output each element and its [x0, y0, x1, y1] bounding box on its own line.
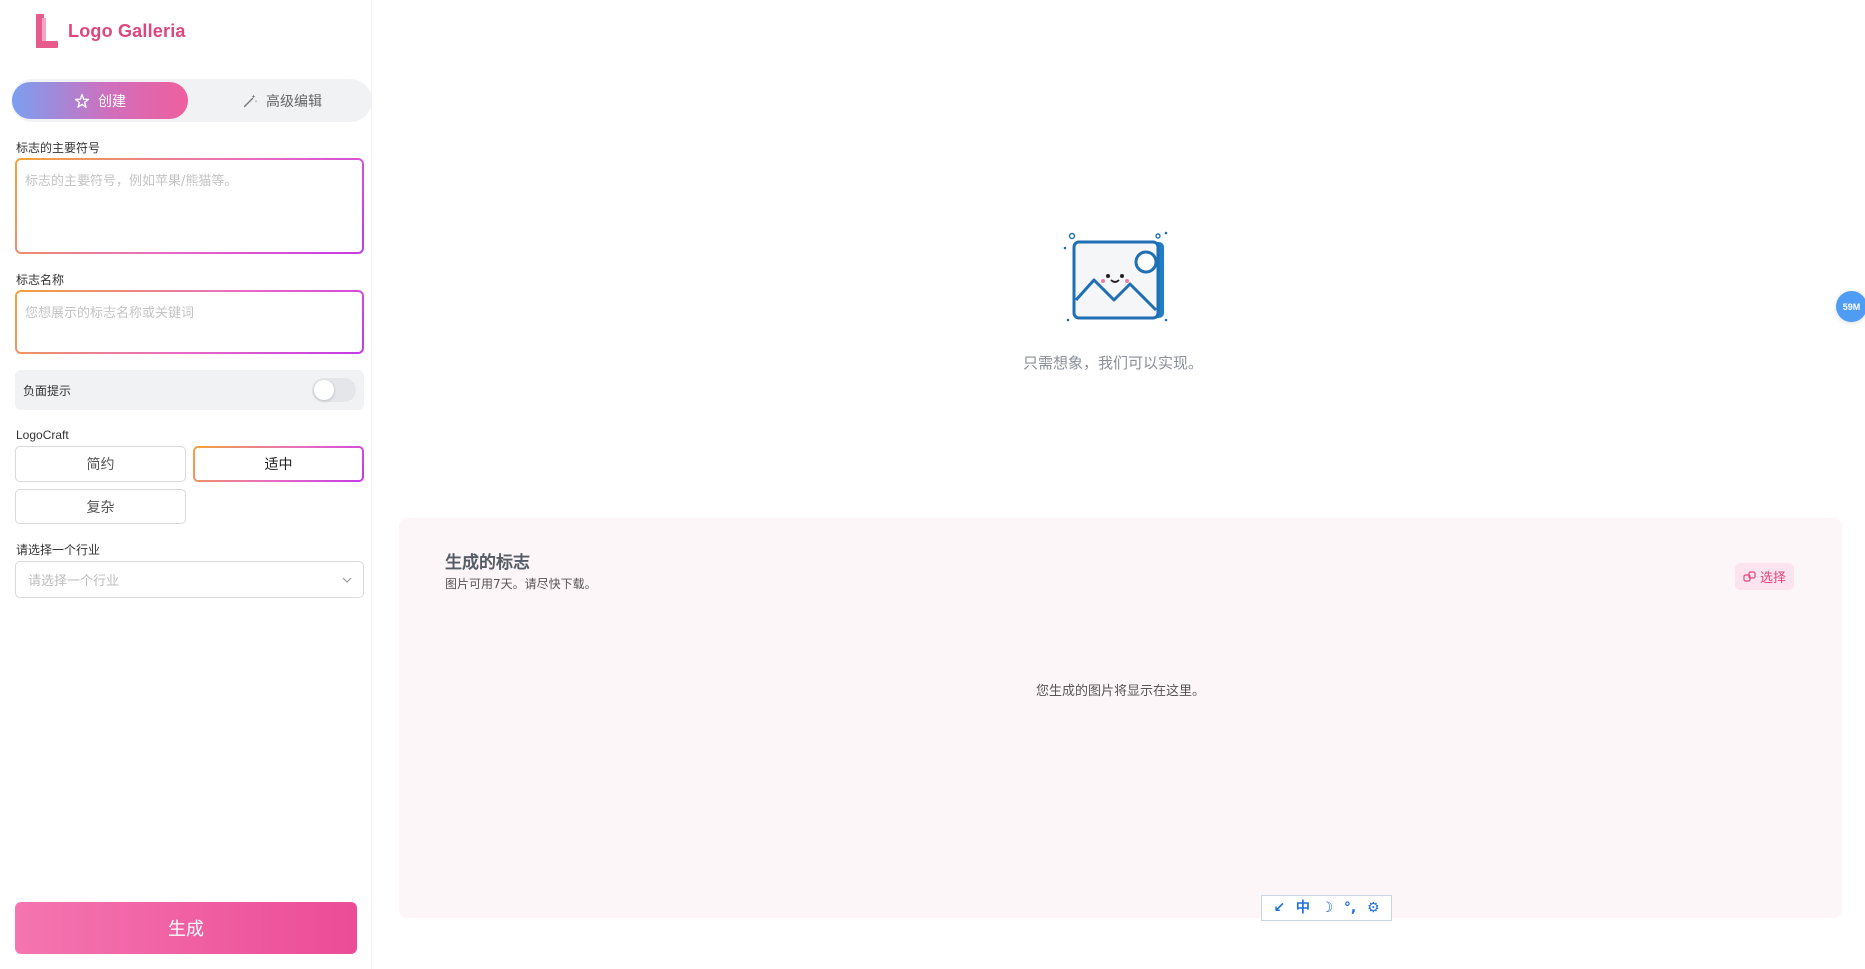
tab-advanced-edit[interactable]: 高级编辑	[193, 82, 371, 119]
hero-text: 只需想象，我们可以实现。	[1023, 354, 1204, 372]
symbol-input[interactable]	[17, 160, 362, 252]
negative-prompt-toggle[interactable]	[312, 378, 356, 402]
generate-button[interactable]: 生成	[15, 902, 357, 954]
craft-option-moderate[interactable]: 适中	[193, 446, 364, 482]
select-button-label: 选择	[1759, 571, 1786, 586]
results-panel: 生成的标志 图片可用7天。请尽快下载。 选择 您生成的图片将显示在这里。	[399, 518, 1842, 918]
industry-label: 请选择一个行业	[16, 543, 101, 557]
toolbar-language-icon[interactable]: 中	[1296, 901, 1310, 915]
negative-prompt-row: 负面提示	[15, 370, 364, 410]
tab-create[interactable]: 创建	[12, 82, 188, 119]
logocraft-label: LogoCraft	[16, 428, 69, 442]
industry-select[interactable]: 请选择一个行业	[15, 561, 364, 598]
image-placeholder-icon	[1063, 231, 1168, 322]
name-label: 标志名称	[16, 273, 65, 287]
select-button[interactable]: 选择	[1734, 563, 1794, 590]
symbol-label: 标志的主要符号	[16, 141, 101, 155]
craft-option-simple[interactable]: 简约	[15, 446, 186, 482]
mode-tabs: 创建 高级编辑	[11, 79, 372, 122]
name-field-frame	[15, 290, 364, 354]
magic-wand-icon	[243, 94, 258, 107]
toolbar-moon-icon[interactable]: ☽	[1321, 901, 1334, 915]
sidebar: Logo Galleria 创建 高级编辑 标志的主要符号 标志名称 负面提示 …	[0, 0, 372, 969]
tab-advanced-label: 高级编辑	[266, 93, 322, 110]
results-subtitle: 图片可用7天。请尽快下载。	[445, 577, 597, 591]
name-input[interactable]	[17, 292, 362, 352]
industry-select-placeholder: 请选择一个行业	[28, 574, 120, 589]
results-empty-text: 您生成的图片将显示在这里。	[1035, 684, 1205, 699]
toggle-knob	[314, 380, 334, 400]
brand[interactable]: Logo Galleria	[36, 14, 186, 48]
logo-mark-icon	[36, 14, 58, 48]
brand-name: Logo Galleria	[68, 20, 186, 41]
floating-badge[interactable]: 59M	[1836, 291, 1865, 322]
tab-create-label: 创建	[98, 93, 126, 110]
negative-prompt-label: 负面提示	[23, 383, 72, 398]
chevron-down-icon	[342, 577, 352, 583]
toolbar-punctuation-icon[interactable]: °,	[1344, 901, 1356, 915]
link-icon	[1743, 571, 1756, 582]
symbol-field-frame	[15, 158, 364, 254]
craft-option-complex[interactable]: 复杂	[15, 489, 186, 524]
results-title: 生成的标志	[445, 553, 530, 573]
floating-toolbar: ↙ 中 ☽ °, ⚙	[1261, 895, 1392, 921]
toolbar-gear-icon[interactable]: ⚙	[1367, 901, 1380, 915]
toolbar-collapse-icon[interactable]: ↙	[1273, 901, 1285, 915]
sparkle-icon	[74, 93, 90, 108]
